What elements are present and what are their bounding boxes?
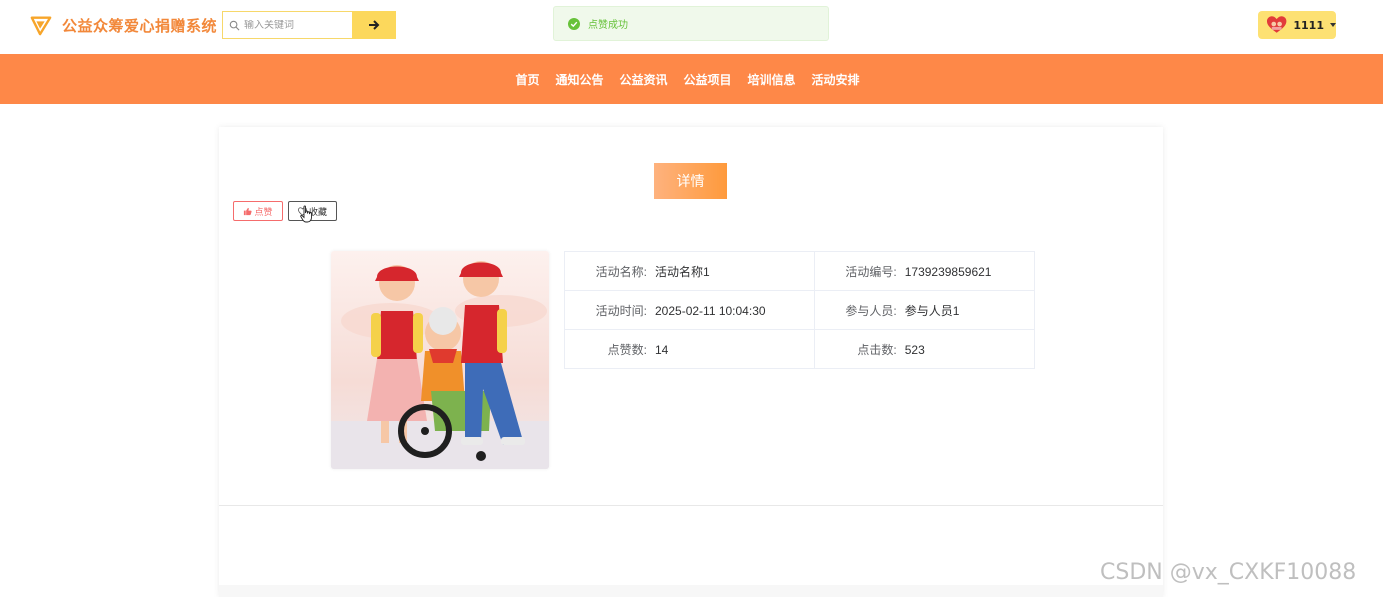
hand-cursor-icon [300, 205, 312, 223]
nav-item-home[interactable]: 首页 [515, 71, 539, 88]
info-cell: 活动名称: 活动名称1 [564, 251, 815, 291]
field-label: 活动编号: [845, 264, 897, 279]
content-divider [219, 505, 1163, 506]
detail-tab-title: 详情 [654, 163, 727, 199]
toast-message: 点赞成功 [588, 20, 628, 31]
arrow-right-icon [369, 20, 380, 30]
field-value: 2025-02-11 10:04:30 [655, 303, 766, 318]
site-title: 公益众筹爱心捐赠系统 [62, 16, 218, 35]
nav-item-training[interactable]: 培训信息 [748, 71, 796, 88]
paper-plane-icon [30, 16, 52, 36]
info-cell: 活动编号: 1739239859621 [813, 251, 1036, 291]
avatar [1266, 16, 1287, 33]
info-cell: 点击数: 523 [813, 329, 1036, 369]
detail-card: 详情 点赞 收藏 活动名称: 活动名称1 活动编号: 1739239859621… [219, 127, 1163, 597]
field-label: 活动名称: [595, 264, 647, 279]
field-label: 点击数: [857, 342, 897, 357]
search-bar [222, 11, 396, 39]
volunteers-illustration [331, 261, 549, 469]
table-row: 活动时间: 2025-02-11 10:04:30 参与人员: 参与人员1 [564, 290, 1036, 330]
search-input[interactable] [244, 19, 344, 31]
info-cell: 点赞数: 14 [564, 329, 815, 369]
field-value: 523 [904, 342, 925, 357]
check-circle-icon [568, 17, 580, 30]
field-label: 点赞数: [607, 342, 647, 357]
search-button[interactable] [352, 11, 396, 39]
nav-item-notices[interactable]: 通知公告 [555, 71, 603, 88]
activity-info-table: 活动名称: 活动名称1 活动编号: 1739239859621 活动时间: 2025-… [564, 251, 1036, 369]
success-toast: 点赞成功 [553, 6, 829, 41]
top-header: 公益众筹爱心捐赠系统 点赞成功 11 [0, 0, 1383, 54]
field-value: 1739239859621 [904, 264, 992, 279]
watermark-text: CSDN @vx_CXKF10088 [1100, 560, 1357, 585]
like-label: 点赞 [254, 207, 273, 218]
field-label: 活动时间: [595, 303, 647, 318]
bottom-strip [219, 585, 1163, 597]
thumbs-up-icon [244, 207, 253, 215]
like-button[interactable]: 点赞 [233, 201, 283, 221]
nav-item-activities[interactable]: 活动安排 [812, 71, 860, 88]
activity-photo [331, 251, 549, 469]
field-value: 14 [655, 342, 669, 357]
table-row: 点赞数: 14 点击数: 523 [564, 329, 1036, 369]
nav-item-projects[interactable]: 公益项目 [684, 71, 732, 88]
site-logo[interactable]: 公益众筹爱心捐赠系统 [30, 14, 217, 36]
user-menu[interactable]: 1111 [1258, 11, 1336, 39]
table-row: 活动名称: 活动名称1 活动编号: 1739239859621 [564, 251, 1036, 291]
nav-item-news[interactable]: 公益资讯 [619, 71, 667, 88]
field-value: 活动名称1 [655, 264, 710, 279]
info-cell: 参与人员: 参与人员1 [813, 290, 1036, 330]
search-box [222, 11, 352, 39]
main-nav: 首页 通知公告 公益资讯 公益项目 培训信息 活动安排 [0, 54, 1383, 104]
search-icon [229, 20, 240, 30]
user-name: 1111 [1293, 18, 1324, 32]
field-label: 参与人员: [845, 303, 897, 318]
info-cell: 活动时间: 2025-02-11 10:04:30 [564, 290, 815, 330]
field-value: 参与人员1 [904, 303, 960, 318]
chevron-down-icon [1330, 23, 1336, 27]
